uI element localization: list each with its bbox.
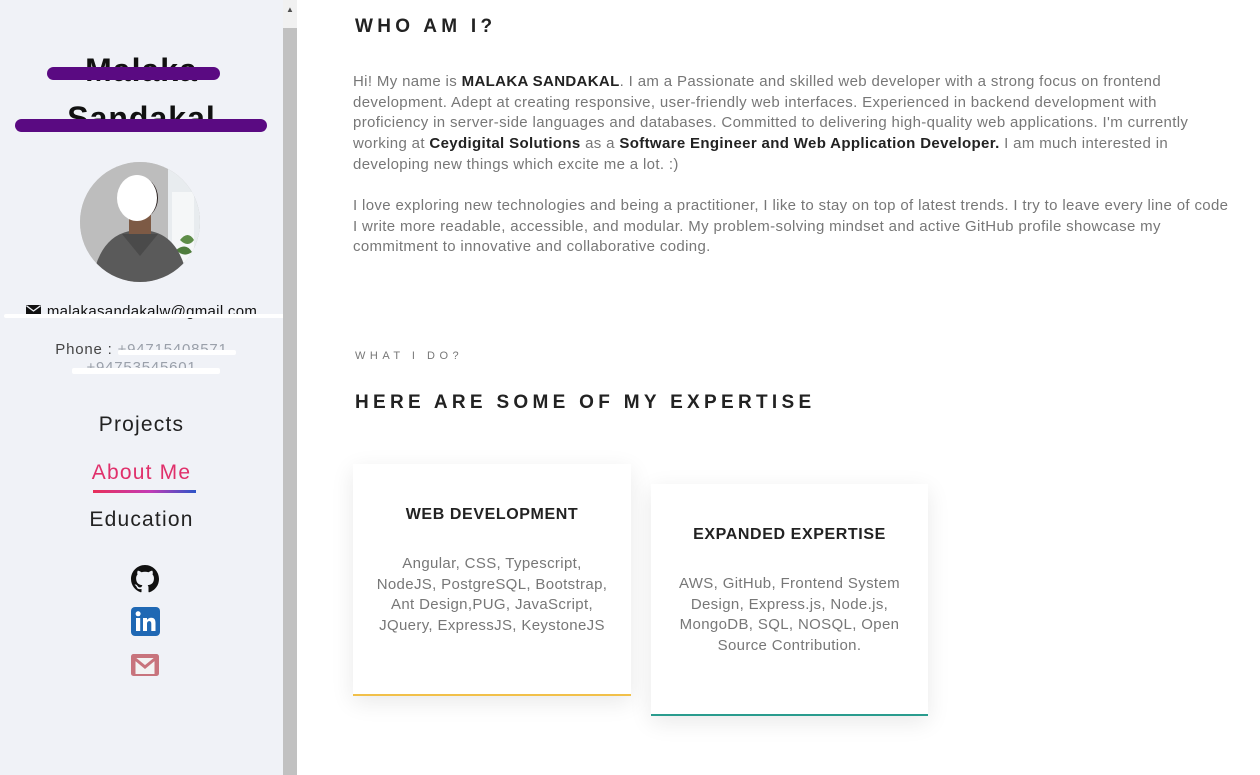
name-redaction-mark	[47, 67, 220, 80]
expertise-card-expanded-expertise: EXPANDED EXPERTISE AWS, GitHub, Frontend…	[651, 484, 928, 716]
card-title: WEB DEVELOPMENT	[405, 506, 579, 523]
phone-redaction-streak	[72, 368, 220, 374]
card-body: AWS, GitHub, Frontend System Design, Exp…	[679, 575, 900, 655]
expertise-card-web-development: WEB DEVELOPMENT Angular, CSS, Typescript…	[353, 464, 631, 696]
triangle-up-icon: ▲	[286, 4, 294, 14]
card-body: Angular, CSS, Typescript, NodeJS, Postgr…	[376, 555, 608, 635]
nav-projects[interactable]: Projects	[0, 413, 283, 437]
about-text: Hi! My name is	[353, 73, 462, 90]
nav-about-me[interactable]: About Me	[0, 461, 283, 485]
what-i-do-label: WHAT I DO?	[355, 350, 464, 362]
main-content: WHO AM I? Hi! My name is MALAKA SANDAKAL…	[297, 0, 1260, 775]
about-paragraph-1: Hi! My name is MALAKA SANDAKAL. I am a P…	[353, 72, 1233, 176]
active-nav-underline	[93, 490, 196, 493]
expertise-heading: HERE ARE SOME OF MY EXPERTISE	[355, 392, 816, 413]
linkedin-icon	[130, 607, 160, 641]
card-title: EXPANDED EXPERTISE	[693, 526, 886, 543]
gmail-link[interactable]	[129, 652, 161, 682]
email-redaction-streak	[4, 314, 294, 318]
name-redaction-mark	[15, 119, 267, 132]
phone-label: Phone :	[55, 341, 113, 358]
about-role: Software Engineer and Web Application De…	[619, 135, 1000, 153]
scroll-up-button[interactable]: ▲	[283, 0, 297, 18]
gmail-icon	[131, 653, 159, 681]
nav-education[interactable]: Education	[0, 508, 283, 532]
about-company: Ceydigital Solutions	[429, 135, 581, 153]
about-paragraph-2: I love exploring new technologies and be…	[353, 197, 1229, 256]
sidebar: Malaka Sandakal malakasandakalw@gmail.co…	[0, 0, 294, 775]
linkedin-link[interactable]	[129, 607, 161, 641]
about-text: as a	[580, 135, 620, 153]
phone-redaction-streak	[118, 350, 236, 355]
github-icon	[131, 564, 159, 598]
avatar	[80, 162, 200, 282]
who-am-i-heading: WHO AM I?	[355, 16, 497, 37]
scrollbar-thumb[interactable]	[283, 28, 297, 775]
github-link[interactable]	[129, 564, 161, 598]
about-name: MALAKA SANDAKAL	[461, 73, 620, 90]
